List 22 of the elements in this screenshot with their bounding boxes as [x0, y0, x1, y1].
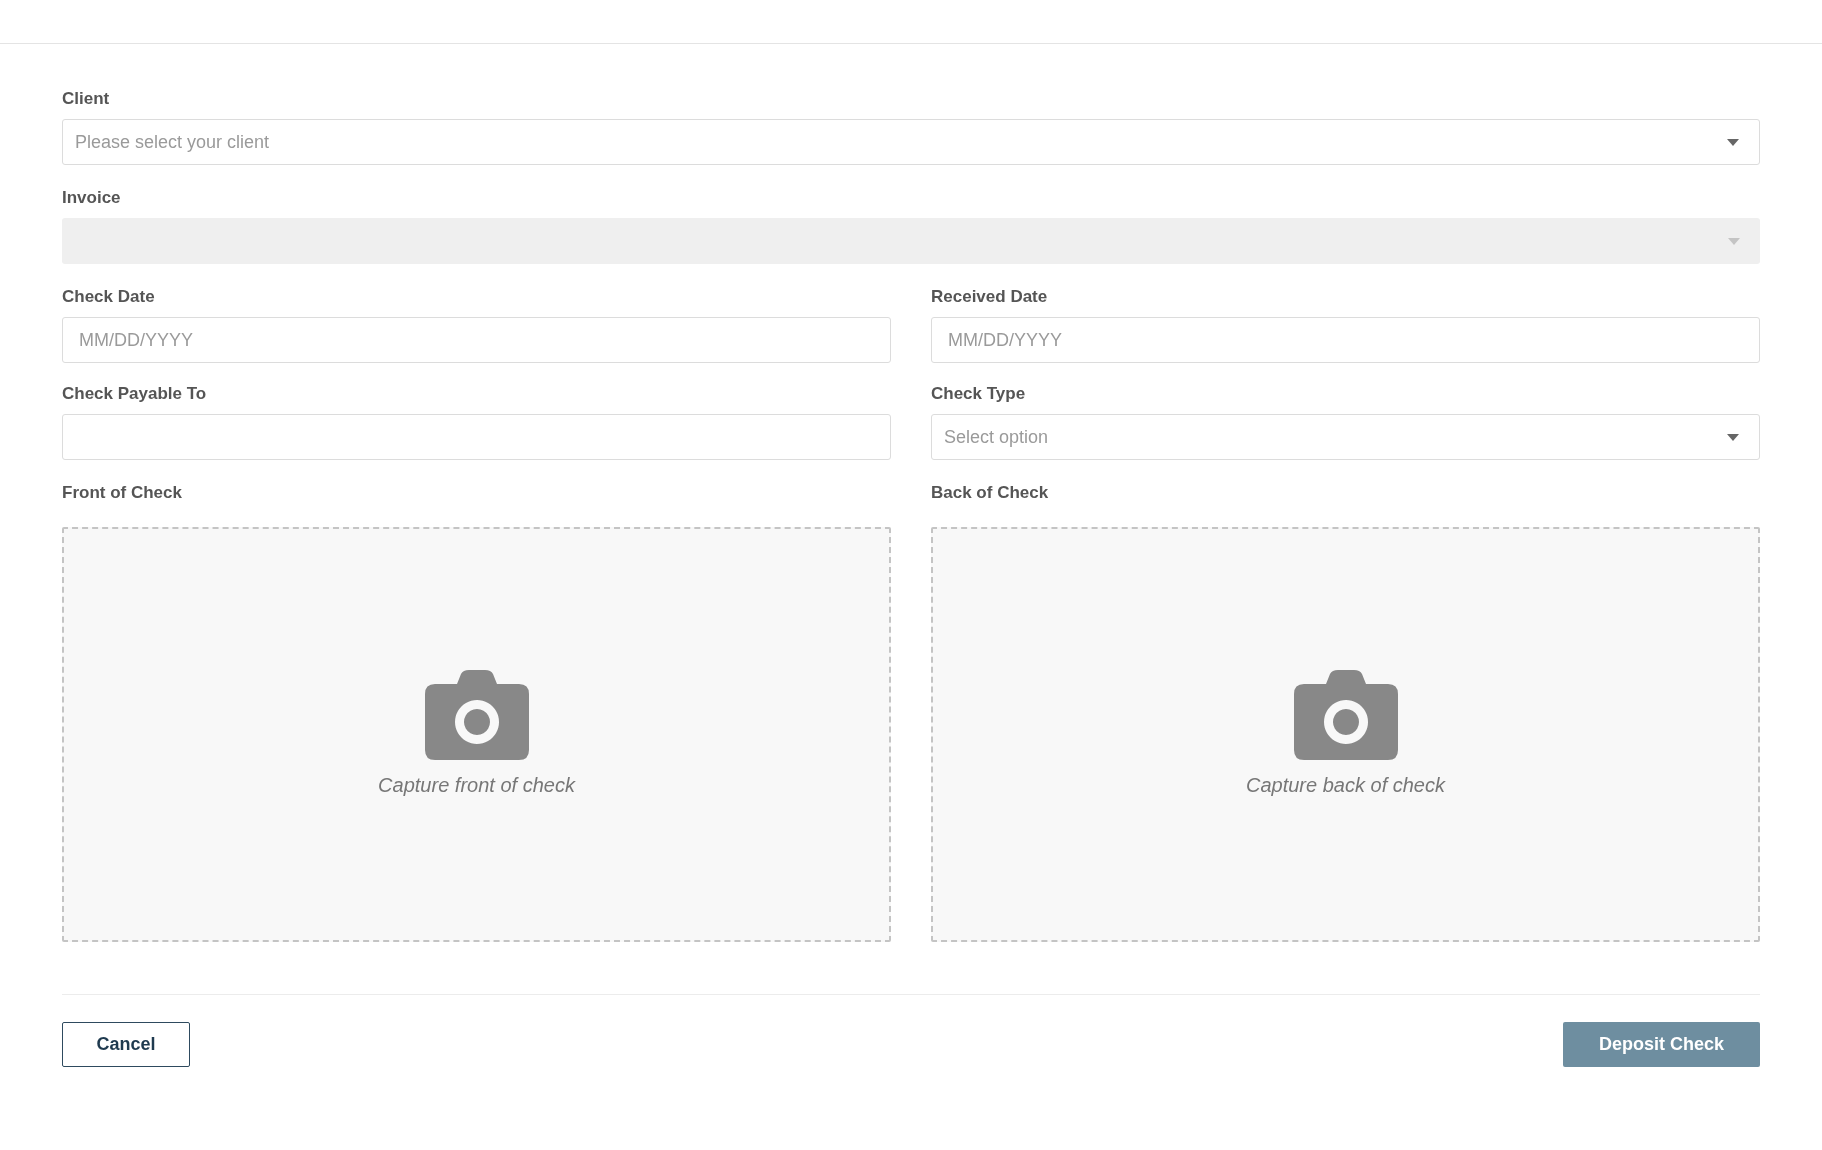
caret-icon [1727, 138, 1739, 146]
upload-area[interactable]: Capture back of check [931, 527, 1760, 942]
field-label: Client [62, 88, 111, 110]
cancel-button[interactable]: Cancel [62, 1022, 190, 1067]
input-field[interactable] [62, 414, 891, 460]
field-label: Front of Check [62, 482, 183, 504]
camera-icon [424, 669, 529, 760]
select-field[interactable]: Select option [931, 414, 1760, 460]
select-field[interactable]: Please select your client [62, 119, 1760, 165]
caret-icon [1728, 237, 1740, 245]
upload-area[interactable]: Capture front of check [62, 527, 891, 942]
field-label: Check Payable To [62, 383, 208, 405]
input-field[interactable]: MM/DD/YYYY [62, 317, 891, 363]
deposit-check-button[interactable]: Deposit Check [1563, 1022, 1760, 1067]
caret-icon [1727, 433, 1739, 441]
field-label: Check Type [931, 383, 1027, 405]
field-label: Back of Check [931, 482, 1050, 504]
input-field[interactable]: MM/DD/YYYY [931, 317, 1760, 363]
camera-icon [1293, 669, 1398, 760]
field-label: Received Date [931, 286, 1049, 308]
field-label: Invoice [62, 187, 122, 209]
field-label: Check Date [62, 286, 156, 308]
